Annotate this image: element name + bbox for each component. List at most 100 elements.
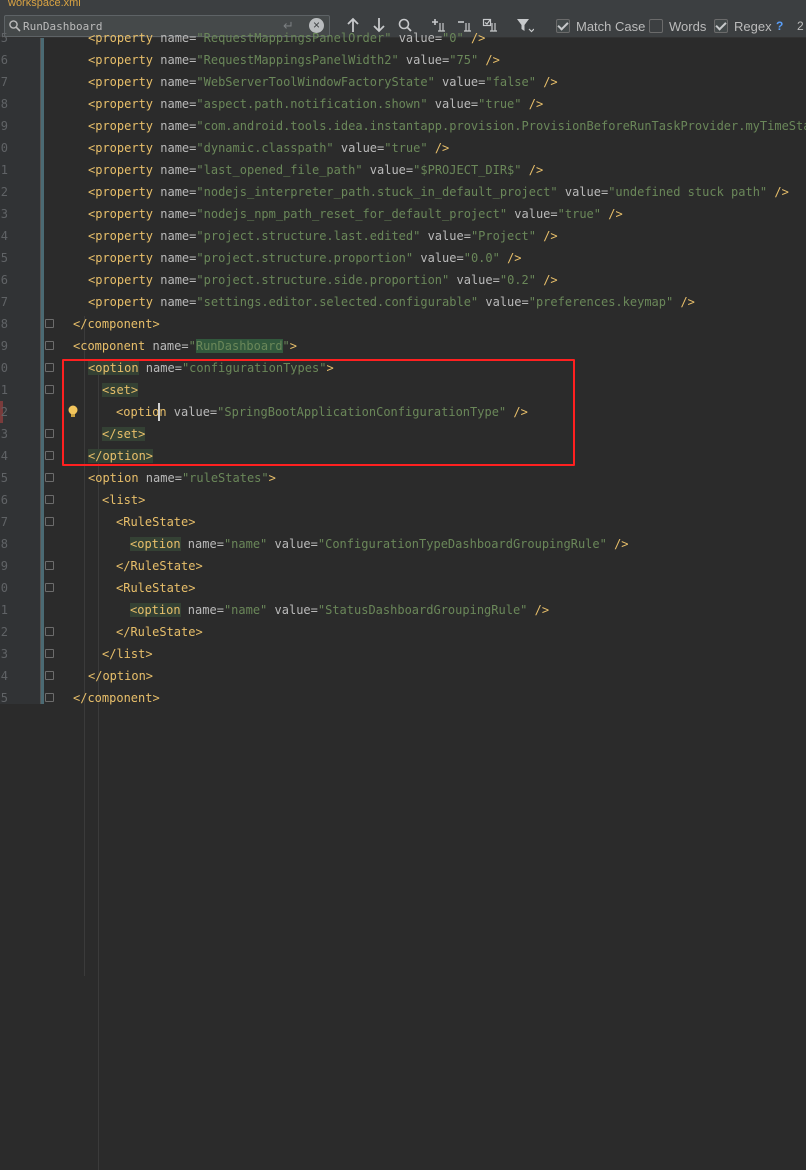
code-text: </RuleState> [116,621,203,643]
code-line[interactable]: 0 <RuleState> [0,577,806,599]
fold-marker-icon[interactable] [45,319,54,328]
code-token: name= [138,471,182,485]
fold-marker-icon[interactable] [45,473,54,482]
code-token: name= [153,295,197,309]
code-text: <property name="com.android.tools.idea.i… [88,115,806,137]
fold-marker-icon[interactable] [45,495,54,504]
code-line[interactable]: 9 </RuleState> [0,555,806,577]
code-line[interactable]: 4 <property name="project.structure.last.… [0,225,806,247]
code-text: <property name="settings.editor.selected… [88,291,695,313]
code-line[interactable]: 9 <property name="com.android.tools.idea.… [0,115,806,137]
line-number: 9 [0,559,8,573]
fold-marker-icon[interactable] [45,649,54,658]
fold-marker-icon[interactable] [45,627,54,636]
code-token: "true" [384,141,428,155]
line-number: 8 [0,537,8,551]
code-line[interactable]: 2 </RuleState> [0,621,806,643]
code-line[interactable]: 7 <property name="settings.editor.selecte… [0,291,806,313]
code-line[interactable]: 4 </option> [0,665,806,687]
code-token: "dynamic.classpath" [196,141,334,155]
fold-marker-icon[interactable] [45,341,54,350]
code-token: <property [88,251,154,265]
code-text: <option name="name" value="StatusDashboa… [130,599,549,621]
code-line[interactable]: 3 </list> [0,643,806,665]
code-token: <property [88,141,154,155]
code-token: value= [362,163,414,177]
code-line[interactable]: 0 <property name="dynamic.classpath" valu… [0,137,806,159]
code-token: value= [420,229,471,243]
code-text: <RuleState> [116,577,195,599]
code-line[interactable]: 5 <property name="RequestMappingsPanelOrd… [0,27,806,49]
code-text: </RuleState> [116,555,203,577]
code-token: name= [180,603,224,617]
line-number: 0 [0,581,8,595]
code-line[interactable]: 6 <list> [0,489,806,511]
code-token: </list> [102,647,153,661]
code-text: <option name="ruleStates"> [88,467,276,489]
code-line[interactable]: 7 <RuleState> [0,511,806,533]
line-number: 9 [0,339,8,353]
code-token: name= [153,185,197,199]
code-text: <component name="RunDashboard"> [73,335,297,357]
line-number: 9 [0,119,8,133]
code-token: /> [527,603,550,617]
fold-marker-icon[interactable] [45,363,54,372]
fold-marker-icon[interactable] [45,429,54,438]
code-text: <property name="last_opened_file_path" v… [88,159,543,181]
code-line[interactable]: 6 <property name="RequestMappingsPanelWid… [0,49,806,71]
code-line[interactable]: 5 <property name="project.structure.propo… [0,247,806,269]
code-token: /> [499,251,522,265]
code-token: <RuleState> [116,515,196,529]
fold-marker-icon[interactable] [45,561,54,570]
code-token: </option> [88,669,154,683]
code-text: <property name="dynamic.classpath" value… [88,137,449,159]
fold-marker-icon[interactable] [45,583,54,592]
code-token: "0.2" [499,273,536,287]
code-text: <property name="aspect.path.notification… [88,93,543,115]
code-text: <option name="name" value="Configuration… [130,533,629,555]
code-token: </RuleState> [116,625,203,639]
code-line[interactable]: 8 <option name="name" value="Configuratio… [0,533,806,555]
code-token: RunDashboard [195,339,283,353]
code-token: <property [88,273,154,287]
code-text: <property name="project.structure.side.p… [88,269,558,291]
code-token: "aspect.path.notification.shown" [196,97,428,111]
code-line[interactable]: 1 <property name="last_opened_file_path" … [0,159,806,181]
code-line[interactable]: 6 <property name="project.structure.side.… [0,269,806,291]
code-line[interactable]: 8 <property name="aspect.path.notificatio… [0,93,806,115]
line-number: 6 [0,493,8,507]
code-token: > [289,339,298,353]
code-token: "0" [442,31,464,45]
code-line[interactable]: 5 </component> [0,687,806,709]
code-token: value= [507,207,558,221]
file-tab[interactable]: workspace.xml [0,0,118,10]
code-token: <property [88,295,154,309]
code-line[interactable]: 7 <property name="WebServerToolWindowFact… [0,71,806,93]
code-token: "nodejs_npm_path_reset_for_default_proje… [196,207,508,221]
code-line[interactable]: 9 <component name="RunDashboard"> [0,335,806,357]
code-token: "settings.editor.selected.configurable" [196,295,479,309]
line-number: 3 [0,647,8,661]
fold-marker-icon[interactable] [45,385,54,394]
code-token: "preferences.keymap" [528,295,674,309]
code-line[interactable]: 1 <option name="name" value="StatusDashbo… [0,599,806,621]
code-text: </component> [73,313,160,335]
fold-marker-icon[interactable] [45,451,54,460]
code-token: > [268,471,276,485]
code-token: <option [130,537,181,551]
line-number: 7 [0,295,8,309]
fold-marker-icon[interactable] [45,517,54,526]
code-token: value= [413,251,464,265]
code-line[interactable]: 3 <property name="nodejs_npm_path_reset_f… [0,203,806,225]
code-text: </option> [88,665,153,687]
code-line[interactable]: 2 <property name="nodejs_interpreter_path… [0,181,806,203]
code-token: /> [478,53,500,67]
code-token: </component> [73,317,160,331]
code-token: <property [88,229,154,243]
fold-marker-icon[interactable] [45,671,54,680]
code-line[interactable]: 5 <option name="ruleStates"> [0,467,806,489]
code-token: value= [434,75,486,89]
code-line[interactable]: 8 </component> [0,313,806,335]
fold-marker-icon[interactable] [45,693,54,702]
code-token: name= [180,537,224,551]
